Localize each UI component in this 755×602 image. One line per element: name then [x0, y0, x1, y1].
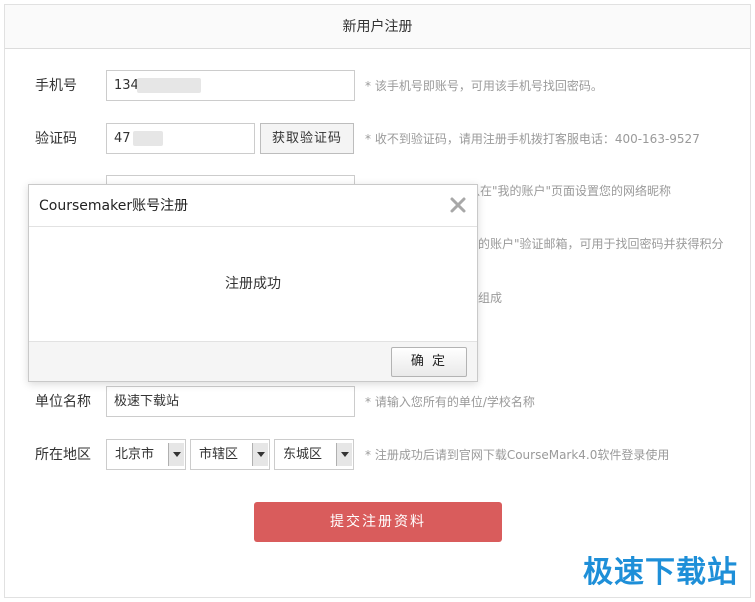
nickname-hint: 以在"我的账户"页面设置您的网络昵称	[468, 184, 672, 198]
code-value: 47	[114, 131, 131, 146]
district-select[interactable]: 东城区	[274, 439, 354, 470]
email-hint: 的账户"验证邮箱，可用于找回密码并获得积分	[478, 237, 724, 251]
province-value: 北京市	[115, 447, 155, 462]
success-dialog: Coursemaker账号注册 注册成功 确 定	[28, 184, 478, 382]
org-input[interactable]: 极速下载站	[106, 386, 355, 417]
phone-label: 手机号	[35, 78, 77, 94]
code-label: 验证码	[35, 131, 77, 147]
get-code-button[interactable]: 获取验证码	[260, 123, 354, 154]
dialog-footer: 确 定	[29, 341, 477, 381]
code-input[interactable]: 47	[106, 123, 255, 154]
chevron-down-icon[interactable]	[336, 443, 352, 466]
redaction-blur	[137, 78, 201, 93]
watermark-logo: 极速下载站	[583, 555, 738, 590]
city-select[interactable]: 市辖区	[190, 439, 270, 470]
phone-input[interactable]: 134	[106, 70, 355, 101]
dialog-message: 注册成功	[225, 276, 281, 292]
code-hint: * 收不到验证码，请用注册手机拨打客服电话：400-163-9527	[365, 132, 700, 146]
page-title: 新用户注册	[5, 5, 750, 49]
dialog-header: Coursemaker账号注册	[29, 185, 477, 227]
redaction-blur	[133, 131, 163, 146]
phone-value: 134	[114, 78, 139, 93]
region-label: 所在地区	[35, 447, 91, 463]
province-select[interactable]: 北京市	[106, 439, 186, 470]
org-value: 极速下载站	[114, 394, 180, 409]
password-hint: 组成	[478, 291, 503, 305]
dialog-title: Coursemaker账号注册	[39, 198, 189, 214]
ok-button[interactable]: 确 定	[391, 347, 467, 377]
org-hint: * 请输入您所有的单位/学校名称	[365, 395, 535, 409]
org-label: 单位名称	[35, 394, 91, 410]
submit-button[interactable]: 提交注册资料	[254, 502, 502, 542]
region-hint: * 注册成功后请到官网下载CourseMark4.0软件登录使用	[365, 448, 670, 462]
city-value: 市辖区	[199, 447, 239, 462]
chevron-down-icon[interactable]	[252, 443, 268, 466]
chevron-down-icon[interactable]	[168, 443, 184, 466]
phone-hint: * 该手机号即账号，可用该手机号找回密码。	[365, 79, 603, 93]
district-value: 东城区	[283, 447, 323, 462]
close-icon[interactable]	[449, 196, 467, 214]
